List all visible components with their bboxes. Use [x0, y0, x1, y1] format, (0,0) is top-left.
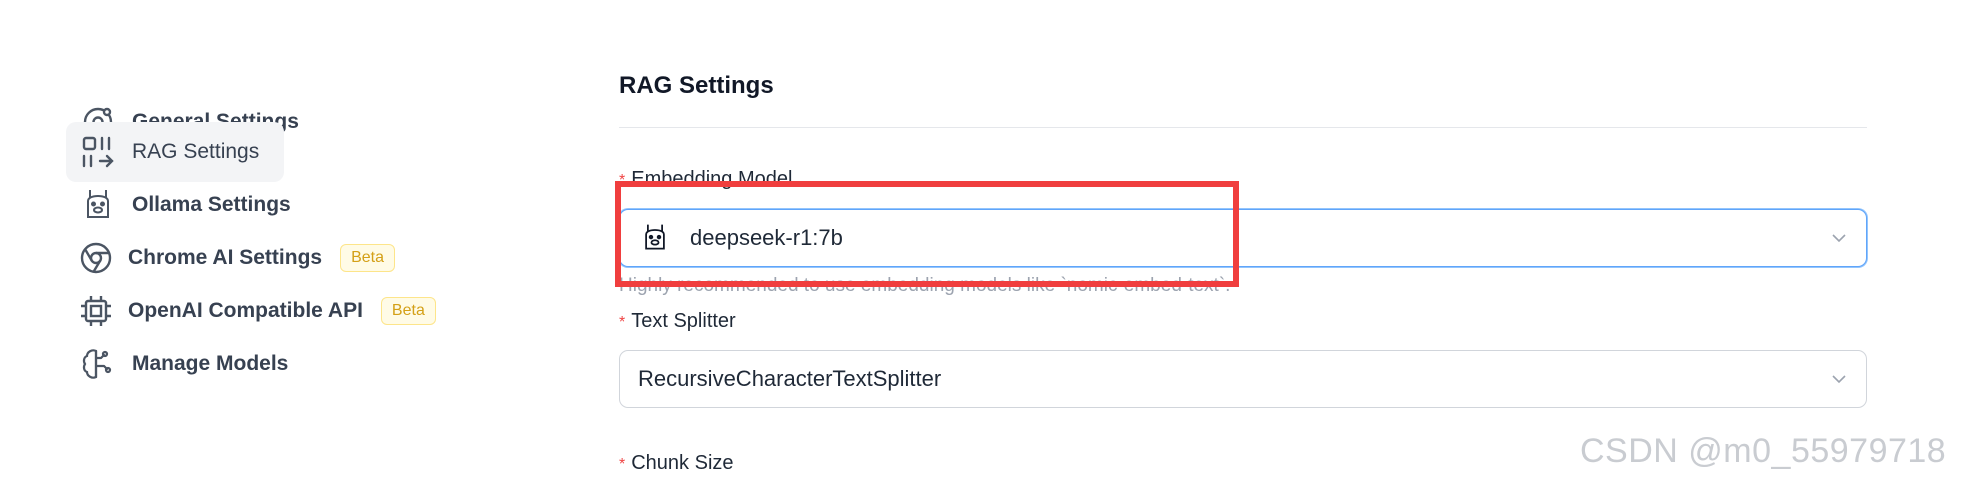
- sidebar-item-label: Chrome AI Settings: [128, 246, 323, 269]
- chunk-size-label-text: Chunk Size: [631, 452, 734, 474]
- chunk-size-label: * Chunk Size: [619, 452, 734, 475]
- watermark: CSDN @m0_55979718: [1580, 432, 1947, 470]
- text-splitter-value: RecursiveCharacterTextSplitter: [638, 366, 942, 391]
- llama-icon: [638, 221, 672, 255]
- embedding-model-label: * Embedding Model: [619, 168, 792, 191]
- chevron-down-icon: [1832, 234, 1846, 243]
- required-marker: *: [619, 172, 626, 189]
- embedding-model-label-text: Embedding Model: [631, 168, 793, 190]
- sidebar-item-chrome-ai-settings[interactable]: Chrome AI Settings Beta: [66, 228, 395, 288]
- sidebar-item-label: OpenAI Compatible API: [128, 299, 363, 322]
- llama-icon: [78, 185, 118, 225]
- embedding-model-help: Highly recommended to use embedding mode…: [619, 275, 1231, 296]
- beta-badge: Beta: [340, 244, 395, 272]
- text-splitter-label-text: Text Splitter: [631, 310, 736, 332]
- sidebar-item-manage-models[interactable]: Manage Models: [66, 334, 352, 394]
- text-splitter-label: * Text Splitter: [619, 310, 736, 333]
- sidebar-item-rag-settings[interactable]: RAG Settings: [66, 122, 284, 182]
- required-marker: *: [619, 314, 626, 331]
- embedding-model-value: deepseek-r1:7b: [690, 225, 843, 250]
- chip-icon: [78, 291, 114, 331]
- chrome-icon: [78, 238, 114, 278]
- beta-badge: Beta: [380, 297, 436, 325]
- required-marker: *: [619, 456, 626, 473]
- sidebar-item-label: Ollama Settings: [132, 193, 291, 216]
- page-title: RAG Settings: [619, 72, 774, 99]
- sidebar-item-label: RAG Settings: [132, 140, 260, 163]
- sidebar-item-openai-compatible-api[interactable]: OpenAI Compatible API Beta: [66, 281, 436, 341]
- rag-icon: [78, 132, 118, 172]
- brain-icon: [78, 344, 118, 384]
- sidebar-item-ollama-settings[interactable]: Ollama Settings: [66, 175, 352, 235]
- text-splitter-select[interactable]: RecursiveCharacterTextSplitter: [619, 350, 1867, 408]
- divider: [619, 127, 1867, 128]
- embedding-model-select[interactable]: deepseek-r1:7b: [619, 209, 1867, 267]
- chevron-down-icon: [1832, 375, 1846, 384]
- sidebar-item-label: Manage Models: [132, 352, 289, 375]
